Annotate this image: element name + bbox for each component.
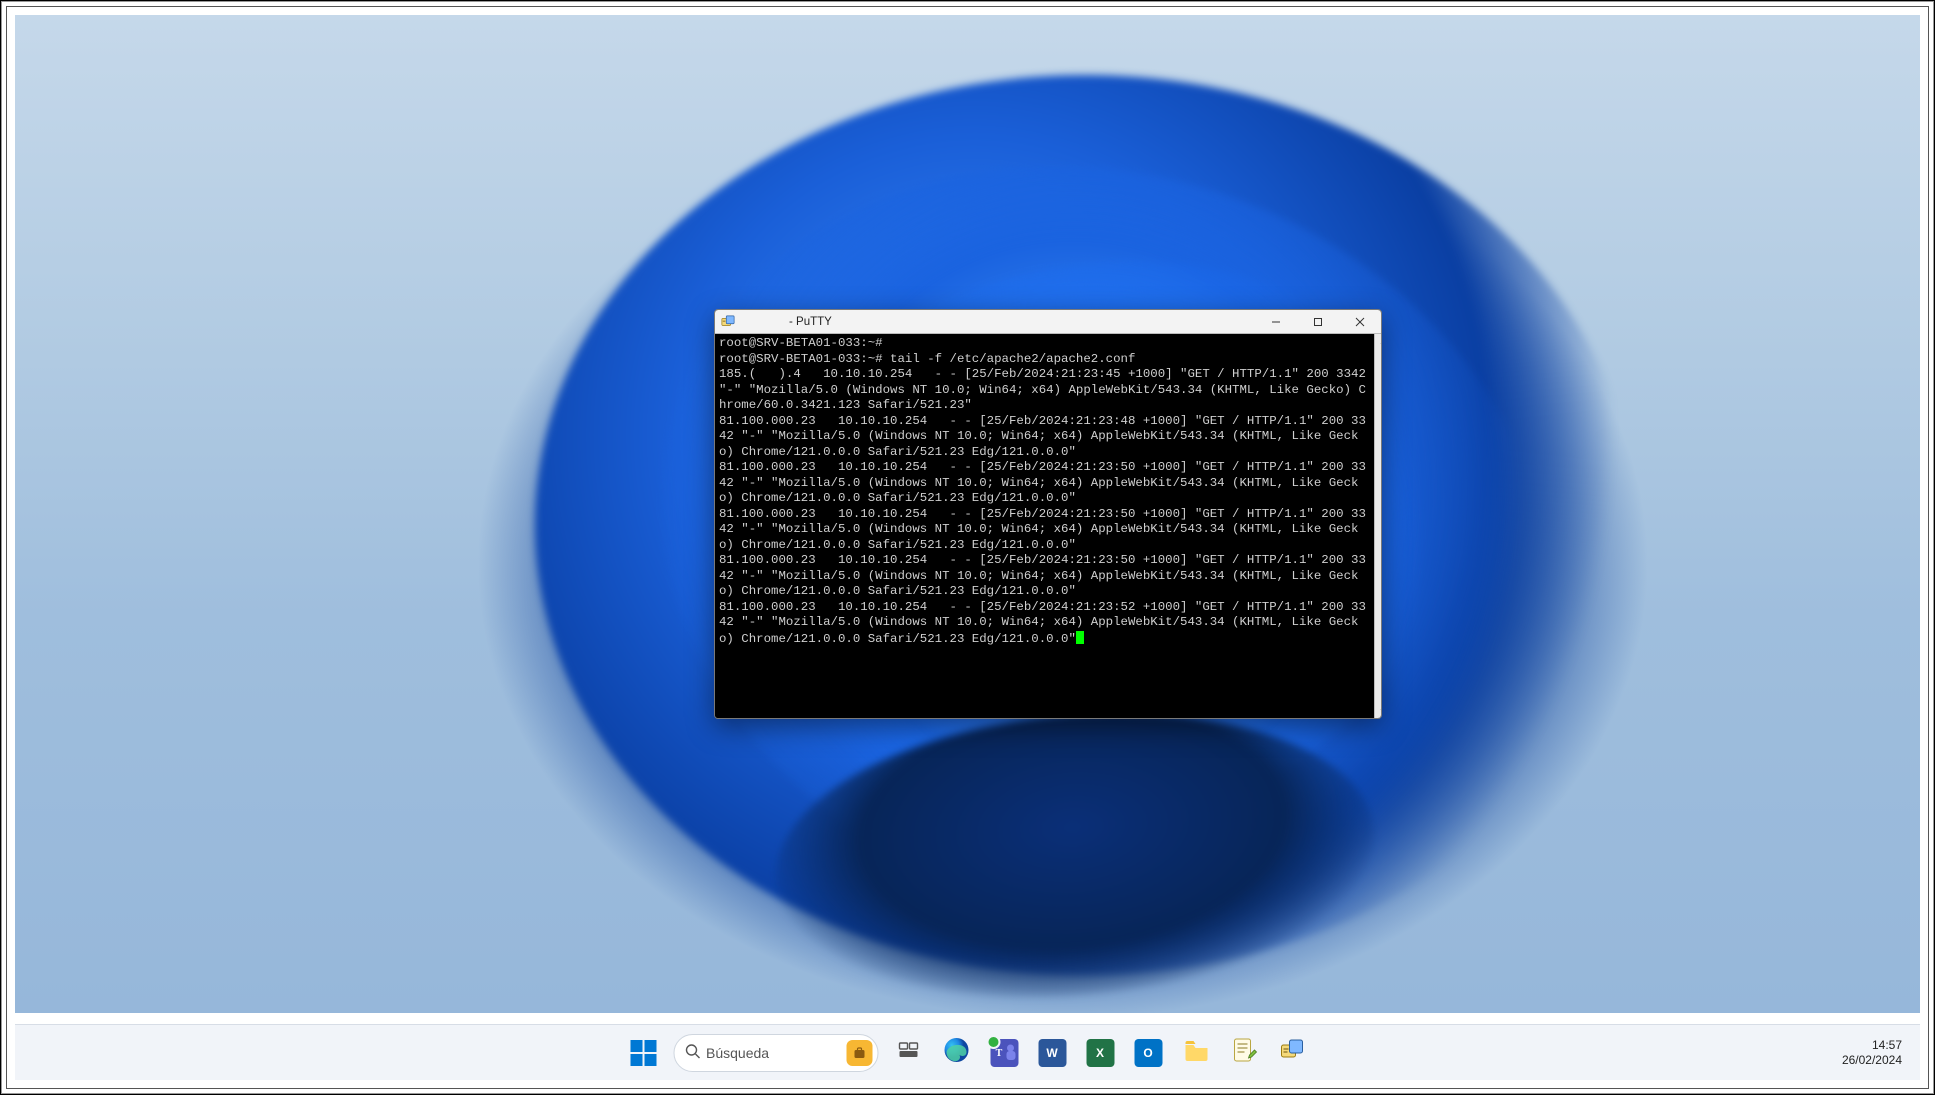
folder-icon	[1182, 1036, 1210, 1069]
scroll-down-icon[interactable]: ▼	[1375, 704, 1382, 718]
close-button[interactable]	[1339, 310, 1381, 334]
maximize-button[interactable]	[1297, 310, 1339, 334]
teams-button[interactable]: T	[982, 1031, 1026, 1075]
search-highlight-icon	[846, 1040, 872, 1066]
terminal-output[interactable]: root@SRV-BETA01-033:~# root@SRV-BETA01-0…	[715, 334, 1374, 718]
outlook-button[interactable]: O	[1126, 1031, 1170, 1075]
task-view-button[interactable]	[886, 1031, 930, 1075]
explorer-button[interactable]	[1174, 1031, 1218, 1075]
task-view-icon	[896, 1038, 920, 1067]
putty-icon	[721, 315, 735, 329]
excel-icon: X	[1086, 1039, 1114, 1067]
putty-taskbar-icon	[1279, 1037, 1305, 1068]
edge-icon	[942, 1036, 970, 1069]
windows-logo-icon	[630, 1040, 656, 1066]
search-icon	[684, 1043, 700, 1062]
word-button[interactable]: W	[1030, 1031, 1074, 1075]
tray-date: 26/02/2024	[1842, 1053, 1902, 1068]
notepadpp-icon	[1231, 1037, 1257, 1068]
word-icon: W	[1038, 1039, 1066, 1067]
scroll-up-icon[interactable]: ▲	[1375, 334, 1382, 348]
taskbar[interactable]: Búsqueda T	[15, 1024, 1920, 1080]
system-tray[interactable]: 14:57 26/02/2024	[1842, 1025, 1902, 1080]
teams-status-badge	[986, 1035, 1000, 1049]
tray-time: 14:57	[1872, 1038, 1902, 1053]
svg-text:T: T	[995, 1048, 1002, 1059]
notepadpp-button[interactable]	[1222, 1031, 1266, 1075]
edge-button[interactable]	[934, 1031, 978, 1075]
outlook-icon: O	[1134, 1039, 1162, 1067]
terminal-text: root@SRV-BETA01-033:~# root@SRV-BETA01-0…	[719, 336, 1373, 646]
minimize-button[interactable]	[1255, 310, 1297, 334]
putty-titlebar[interactable]: - PuTTY	[715, 310, 1381, 334]
terminal-scrollbar[interactable]: ▲ ▼	[1374, 334, 1381, 718]
desktop-wallpaper[interactable]: - PuTTY root@SRV-BETA01-033:~# root@SRV-…	[15, 15, 1920, 1013]
terminal-cursor	[1076, 631, 1084, 644]
putty-title-text: - PuTTY	[741, 316, 832, 328]
excel-button[interactable]: X	[1078, 1031, 1122, 1075]
taskbar-search[interactable]: Búsqueda	[673, 1034, 878, 1072]
start-button[interactable]	[621, 1031, 665, 1075]
search-placeholder: Búsqueda	[706, 1045, 769, 1061]
putty-taskbar-button[interactable]	[1270, 1031, 1314, 1075]
putty-window[interactable]: - PuTTY root@SRV-BETA01-033:~# root@SRV-…	[714, 309, 1382, 719]
